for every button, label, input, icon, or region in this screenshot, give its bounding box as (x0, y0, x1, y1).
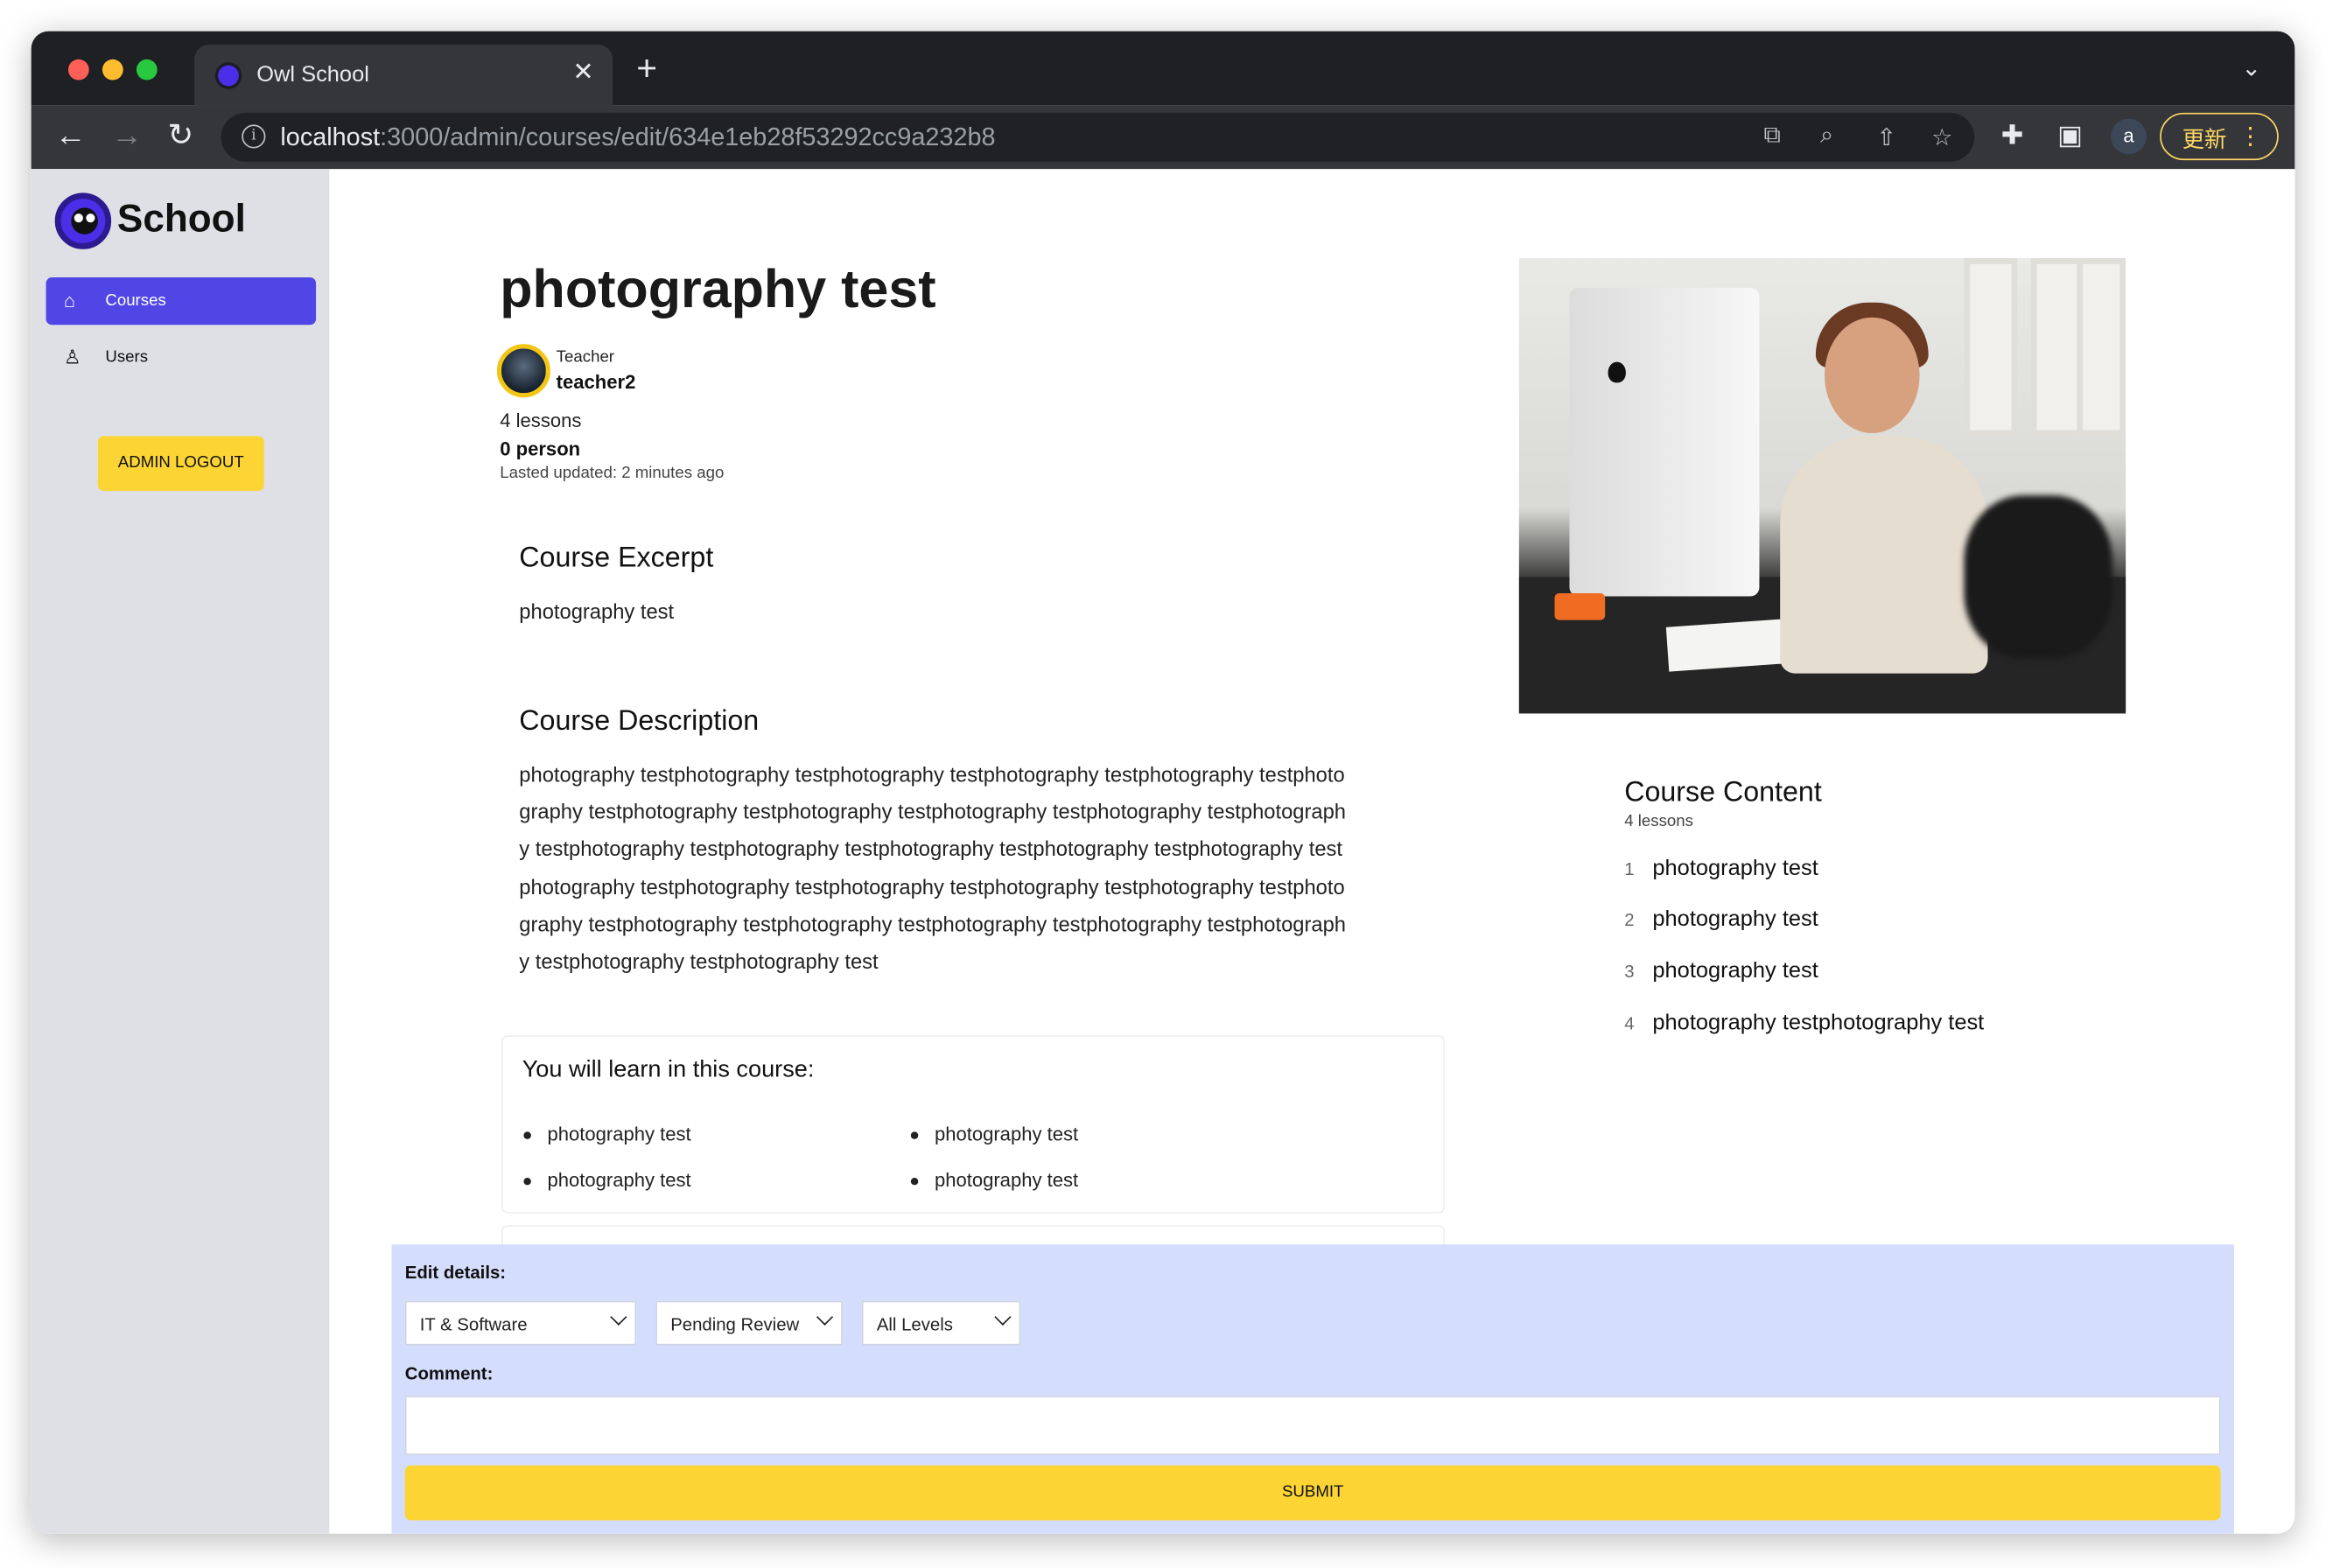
comment-label: Comment: (404, 1362, 494, 1384)
teacher-name[interactable]: teacher2 (557, 371, 636, 393)
course-content-heading: Course Content (1624, 777, 1822, 808)
edit-details-label: Edit details: (404, 1262, 507, 1284)
last-updated: Lasted updated: 2 minutes ago (500, 464, 725, 482)
tab-close-icon[interactable]: ✕ (572, 58, 593, 88)
lesson-item[interactable]: 1 photography test (1624, 856, 1818, 881)
edit-details-panel: Edit details: IT & Software Pending Revi… (391, 1244, 2234, 1534)
sidebar-item-label: Courses (105, 291, 166, 311)
url-text[interactable]: localhost:3000/admin/courses/edit/634e1e… (280, 123, 995, 153)
level-select[interactable]: All Levels (861, 1300, 1021, 1346)
update-label: 更新 (2182, 127, 2227, 153)
sidebar-item-courses[interactable]: ⌂ Courses (46, 276, 317, 326)
excerpt-text: photography test (519, 598, 675, 623)
admin-logout-button[interactable]: ADMIN LOGOUT (97, 436, 264, 492)
apple-logo-icon (1608, 361, 1626, 383)
learn-item: photography test (910, 1123, 1079, 1145)
course-content-subheading: 4 lessons (1624, 812, 1693, 831)
description-text: photography testphotography testphotogra… (519, 762, 1347, 974)
learn-item: photography test (523, 1168, 691, 1192)
sidebar: School ⌂ Courses ♙ Users ADMIN LOGOUT (31, 169, 330, 1534)
browser-toolbar: ← → ↻ i localhost:3000/admin/courses/edi… (31, 105, 2295, 170)
reload-icon[interactable]: ↻ (168, 120, 194, 151)
bookmark-star-icon[interactable]: ☆ (1931, 123, 1952, 153)
lesson-item[interactable]: 2 photography test (1624, 906, 1818, 932)
teacher-avatar[interactable] (496, 344, 550, 398)
sidebar-item-label: Users (105, 348, 149, 367)
course-cover-image (1518, 257, 2126, 714)
learn-heading: You will learn in this course: (522, 1057, 815, 1083)
learn-box: You will learn in this course: photograp… (501, 1035, 1446, 1214)
update-button[interactable]: 更新 ⋮ (2160, 112, 2279, 161)
tab-strip: Owl School ✕ + ⌄ (31, 31, 2295, 106)
lesson-item[interactable]: 4 photography testphotography test (1624, 1010, 1984, 1035)
share-icon[interactable]: ⇧ (1876, 123, 1896, 153)
enrolled-count: 0 person (500, 438, 581, 460)
maximize-window-button[interactable] (136, 59, 158, 80)
learn-item: photography test (910, 1168, 1079, 1192)
owl-logo-icon (54, 192, 112, 249)
address-bar[interactable]: i localhost:3000/admin/courses/edit/634e… (221, 112, 1975, 162)
description-heading: Course Description (519, 705, 760, 738)
user-icon: ♙ (63, 345, 81, 368)
status-select[interactable]: Pending Review (655, 1300, 843, 1346)
forward-arrow-icon[interactable]: → (111, 120, 143, 151)
new-tab-button[interactable]: + (636, 51, 657, 88)
comment-input[interactable] (404, 1396, 2221, 1455)
tab-search-chevron-icon[interactable]: ⌄ (2241, 53, 2261, 83)
home-icon: ⌂ (63, 289, 76, 312)
zoom-icon[interactable]: ⌕ (1820, 123, 1833, 150)
sidebar-item-users[interactable]: ♙ Users (46, 333, 317, 381)
browser-window: Owl School ✕ + ⌄ ← → ↻ i localhost:3000/… (31, 31, 2295, 1534)
excerpt-heading: Course Excerpt (519, 542, 714, 575)
profile-avatar[interactable]: a (2111, 118, 2147, 155)
chevron-down-icon (994, 1308, 1012, 1326)
side-panel-icon[interactable]: ▣ (2057, 120, 2083, 151)
chevron-down-icon (816, 1308, 834, 1326)
main-content: photography test Teacher teacher2 4 less… (329, 169, 2294, 1534)
logo-text: School (116, 195, 246, 241)
lessons-count: 4 lessons (500, 409, 582, 432)
tab-title: Owl School (256, 62, 369, 88)
translate-icon[interactable]: ⧉ (1764, 123, 1781, 150)
teacher-label: Teacher (556, 348, 615, 367)
owl-favicon-icon (214, 62, 242, 89)
page-content: School ⌂ Courses ♙ Users ADMIN LOGOUT ph… (31, 169, 2295, 1534)
back-arrow-icon[interactable]: ← (55, 120, 87, 151)
learn-item: photography test (523, 1123, 691, 1145)
chevron-down-icon (610, 1308, 627, 1326)
submit-button[interactable]: SUBMIT (404, 1465, 2221, 1521)
course-title: photography test (500, 257, 936, 319)
category-select[interactable]: IT & Software (404, 1300, 637, 1346)
minimize-window-button[interactable] (102, 59, 123, 80)
close-window-button[interactable] (67, 59, 89, 80)
extensions-puzzle-icon[interactable]: ✚ (2001, 120, 2024, 151)
browser-tab[interactable]: Owl School ✕ (194, 44, 613, 106)
lesson-item[interactable]: 3 photography test (1624, 958, 1818, 984)
more-menu-icon[interactable]: ⋮ (2238, 122, 2262, 151)
site-info-icon[interactable]: i (242, 124, 266, 149)
